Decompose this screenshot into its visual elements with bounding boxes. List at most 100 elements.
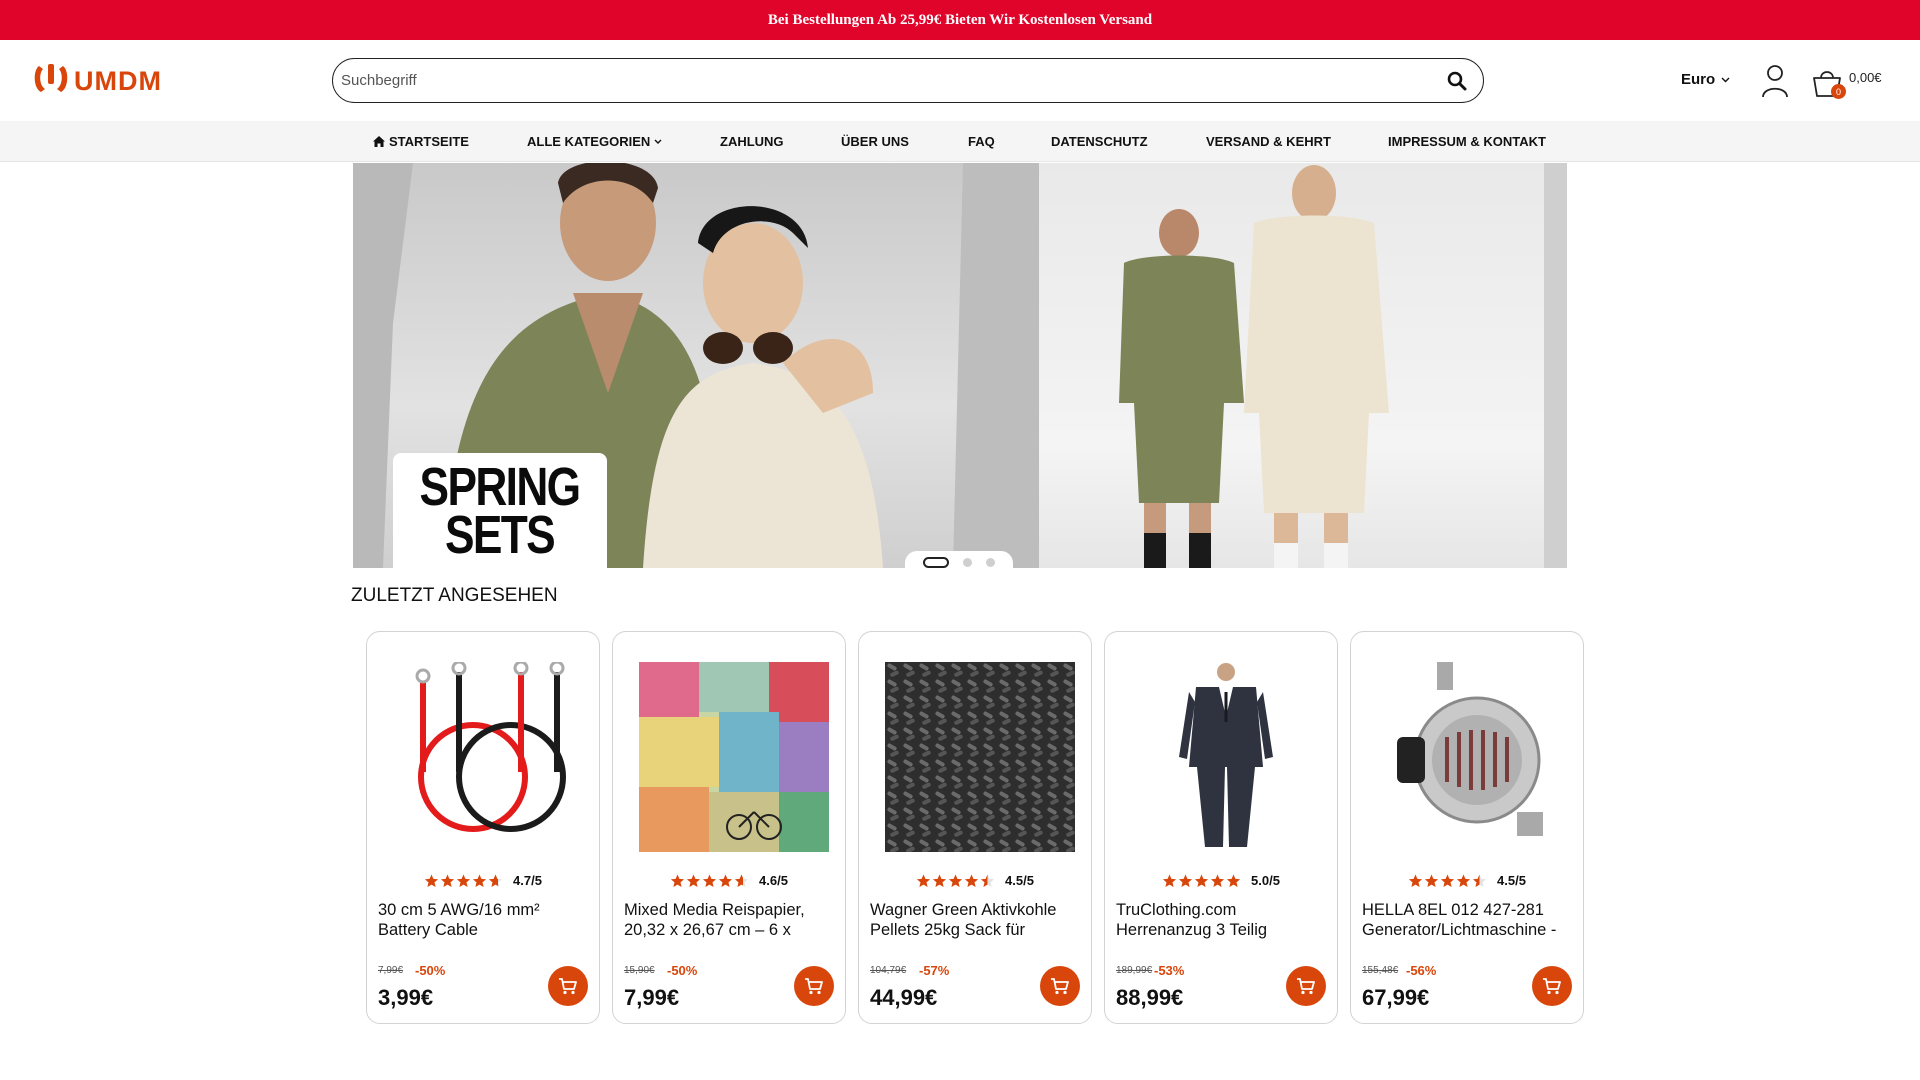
hero-banner[interactable]: SPRING SETS — [353, 163, 1567, 568]
product-title[interactable]: TruClothing.com Herrenanzug 3 Teilig — [1116, 900, 1323, 940]
star-icon — [456, 874, 471, 887]
search-bar — [332, 58, 1484, 103]
section-title: ZULETZT ANGESEHEN — [351, 585, 558, 606]
star-icon — [670, 874, 685, 887]
star-rating-icon — [670, 874, 749, 888]
search-input[interactable] — [341, 72, 1445, 89]
rating-value: 4.6/5 — [759, 873, 788, 888]
discount-badge: -50% — [667, 963, 698, 978]
carousel-dots — [905, 551, 1013, 573]
nav-label: VERSAND & KEHRT — [1206, 134, 1331, 149]
product-price: 44,99€ — [870, 985, 938, 1010]
star-rating-icon — [1408, 874, 1487, 888]
logo-text: UMDM — [74, 65, 162, 96]
product-card[interactable]: 4.6/5 Mixed Media Reispapier, 20,32 x 26… — [612, 631, 846, 1024]
product-title[interactable]: 30 cm 5 AWG/16 mm² Battery Cable — [378, 900, 585, 940]
nav-item-alle-kategorien[interactable]: ALLE KATEGORIEN — [527, 134, 662, 149]
star-icon — [1472, 874, 1487, 887]
star-icon — [686, 874, 701, 887]
rating-value: 4.7/5 — [513, 873, 542, 888]
nav-label: ZAHLUNG — [720, 134, 784, 149]
star-icon — [932, 874, 947, 887]
nav-label: ALLE KATEGORIEN — [527, 134, 651, 149]
nav-item-impressum-kontakt[interactable]: IMPRESSUM & KONTAKT — [1388, 134, 1546, 149]
site-header: UMDM Euro 0 0,00€ — [0, 40, 1920, 121]
product-rating: 4.5/5 — [1351, 873, 1583, 888]
old-price: 189,99€ — [1116, 965, 1153, 976]
user-account-icon[interactable] — [1760, 64, 1790, 98]
star-icon — [472, 874, 487, 887]
star-icon — [1456, 874, 1471, 887]
old-price: 104,79€ — [870, 965, 907, 976]
star-icon — [424, 874, 439, 887]
search-icon — [1447, 71, 1467, 90]
product-list: 4.7/5 30 cm 5 AWG/16 mm² Battery Cable 7… — [366, 631, 1584, 1024]
product-title[interactable]: HELLA 8EL 012 427-281 Generator/Lichtmas… — [1362, 900, 1569, 940]
star-icon — [1178, 874, 1193, 887]
carousel-dot-1[interactable] — [923, 556, 949, 568]
star-rating-icon — [916, 874, 995, 888]
product-price: 3,99€ — [378, 985, 434, 1010]
search-button[interactable] — [1445, 69, 1469, 93]
home-icon — [373, 136, 385, 147]
nav-item-datenschutz[interactable]: DATENSCHUTZ — [1051, 134, 1148, 149]
product-price: 67,99€ — [1362, 985, 1430, 1010]
currency-label: Euro — [1681, 71, 1716, 88]
nav-item-startseite[interactable]: STARTSEITE — [373, 134, 469, 149]
star-icon — [734, 874, 749, 887]
nav-item-versand-kehrt[interactable]: VERSAND & KEHRT — [1206, 134, 1331, 149]
product-image — [393, 662, 583, 852]
product-rating: 5.0/5 — [1105, 873, 1337, 888]
rating-value: 4.5/5 — [1497, 873, 1526, 888]
product-title[interactable]: Mixed Media Reispapier, 20,32 x 26,67 cm… — [624, 900, 831, 940]
cart-icon — [1297, 978, 1315, 995]
product-image — [1131, 662, 1321, 852]
cart-icon — [805, 978, 823, 995]
promo-headline-box: SPRING SETS — [393, 453, 607, 568]
cart-count-badge: 0 — [1831, 84, 1846, 99]
star-icon — [718, 874, 733, 887]
cart-icon — [559, 978, 577, 995]
product-card[interactable]: 4.7/5 30 cm 5 AWG/16 mm² Battery Cable 7… — [366, 631, 600, 1024]
star-icon — [916, 874, 931, 887]
discount-badge: -57% — [919, 963, 950, 978]
chevron-down-icon — [654, 139, 662, 144]
star-icon — [1194, 874, 1209, 887]
nav-label: ÜBER UNS — [841, 134, 909, 149]
product-price: 88,99€ — [1116, 985, 1184, 1010]
cart-total: 0,00€ — [1849, 69, 1882, 85]
nav-label: IMPRESSUM & KONTAKT — [1388, 134, 1546, 149]
old-price: 7,99€ — [378, 965, 404, 976]
carousel-dot-3[interactable] — [986, 557, 995, 567]
discount-badge: -53% — [1154, 963, 1185, 978]
product-card[interactable]: 5.0/5 TruClothing.com Herrenanzug 3 Teil… — [1104, 631, 1338, 1024]
star-icon — [488, 874, 503, 887]
add-to-cart-button[interactable] — [548, 966, 588, 1006]
add-to-cart-button[interactable] — [1286, 966, 1326, 1006]
add-to-cart-button[interactable] — [1040, 966, 1080, 1006]
nav-item-faq[interactable]: FAQ — [968, 134, 995, 149]
product-image — [1377, 662, 1567, 852]
product-card[interactable]: 4.5/5 HELLA 8EL 012 427-281 Generator/Li… — [1350, 631, 1584, 1024]
nav-item-zahlung[interactable]: ZAHLUNG — [720, 134, 784, 149]
product-image — [885, 662, 1075, 852]
cart-button[interactable]: 0 0,00€ — [1810, 65, 1882, 99]
product-rating: 4.6/5 — [613, 873, 845, 888]
hero-image-right — [999, 163, 1567, 568]
add-to-cart-button[interactable] — [1532, 966, 1572, 1006]
product-card[interactable]: 4.5/5 Wagner Green Aktivkohle Pellets 25… — [858, 631, 1092, 1024]
hero-headline-line2: SETS — [445, 504, 556, 565]
add-to-cart-button[interactable] — [794, 966, 834, 1006]
product-rating: 4.7/5 — [367, 873, 599, 888]
hero-headline-line1: SPRING — [420, 456, 582, 517]
carousel-dot-2[interactable] — [963, 557, 972, 567]
star-rating-icon — [424, 874, 503, 888]
rating-value: 5.0/5 — [1251, 873, 1280, 888]
nav-item-ueber-uns[interactable]: ÜBER UNS — [841, 134, 909, 149]
old-price: 15,90€ — [624, 965, 655, 976]
main-nav: STARTSEITE ALLE KATEGORIEN ZAHLUNG ÜBER … — [0, 121, 1920, 162]
product-title[interactable]: Wagner Green Aktivkohle Pellets 25kg Sac… — [870, 900, 1077, 940]
logo[interactable]: UMDM — [31, 62, 162, 96]
star-icon — [1162, 874, 1177, 887]
currency-selector[interactable]: Euro — [1681, 71, 1730, 88]
